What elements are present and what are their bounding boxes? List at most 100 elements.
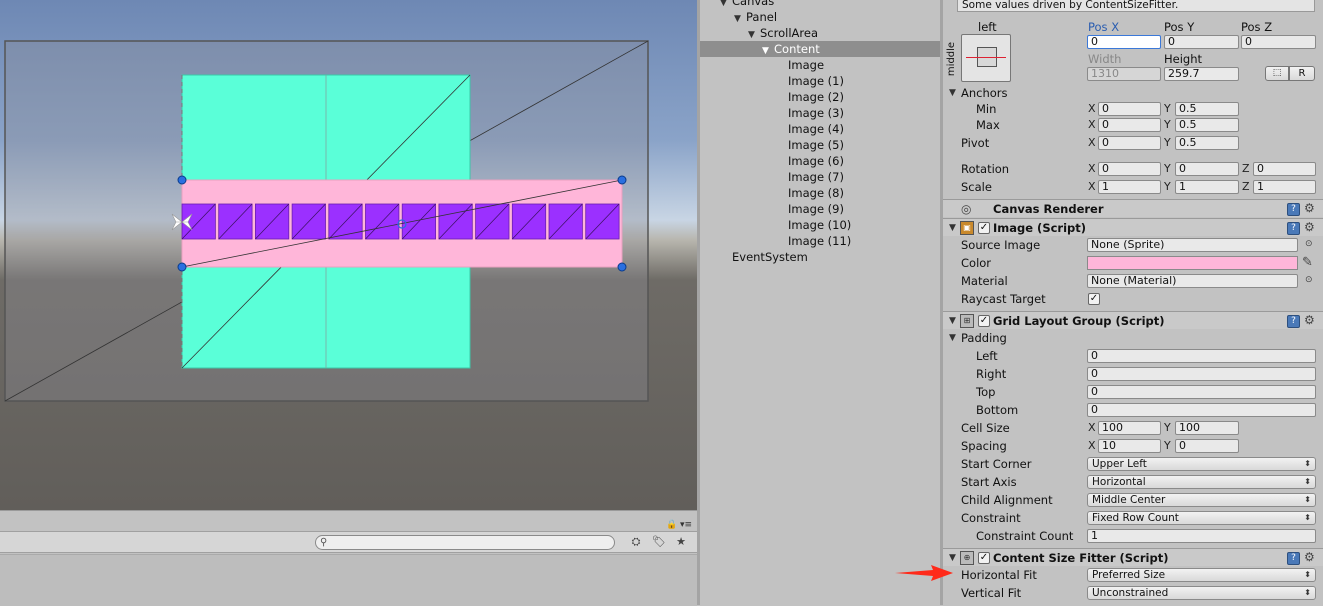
eyedropper-icon[interactable]: ✎ bbox=[1302, 255, 1313, 270]
color-swatch[interactable] bbox=[1087, 256, 1298, 270]
filter-type-icon[interactable]: ⛭ bbox=[627, 535, 645, 550]
padding-foldout-icon[interactable]: ▼ bbox=[949, 331, 956, 345]
hierarchy-item[interactable]: Image (8) bbox=[700, 185, 940, 201]
gear-icon[interactable]: ⚙ bbox=[1304, 314, 1315, 327]
scale-x-field[interactable]: 1 bbox=[1098, 180, 1161, 194]
gear-icon[interactable]: ⚙ bbox=[1304, 221, 1315, 234]
hierarchy-item[interactable]: ▼ Panel bbox=[700, 9, 940, 25]
help-icon[interactable]: ? bbox=[1287, 315, 1300, 328]
max-x-letter: X bbox=[1088, 118, 1096, 131]
rotation-z-field[interactable]: 0 bbox=[1253, 162, 1316, 176]
hierarchy-item[interactable]: Image (10) bbox=[700, 217, 940, 233]
pos-z-field[interactable]: 0 bbox=[1241, 35, 1316, 49]
raycast-target-checkbox[interactable]: ✓ bbox=[1088, 293, 1100, 305]
pivot-y-field[interactable]: 0.5 bbox=[1175, 136, 1239, 150]
hierarchy-item[interactable]: ▼ ScrollArea bbox=[700, 25, 940, 41]
canvas-renderer-header[interactable]: ◎ Canvas Renderer ? ⚙ bbox=[943, 199, 1323, 217]
source-image-field[interactable]: None (Sprite) bbox=[1087, 238, 1298, 252]
help-icon[interactable]: ? bbox=[1287, 552, 1300, 565]
hierarchy-item-label: Image (10) bbox=[788, 218, 852, 232]
scene-canvas[interactable] bbox=[0, 0, 697, 510]
start-axis-dropdown[interactable]: Horizontal ⬍ bbox=[1087, 475, 1316, 489]
blueprint-mode-button[interactable]: ⬚ bbox=[1265, 66, 1289, 81]
horizontal-fit-dropdown[interactable]: Preferred Size ⬍ bbox=[1087, 568, 1316, 582]
scale-z-letter: Z bbox=[1242, 180, 1250, 193]
vertical-fit-value: Unconstrained bbox=[1092, 587, 1169, 599]
padding-right-field[interactable]: 0 bbox=[1087, 367, 1316, 381]
hierarchy-item[interactable]: Image (5) bbox=[700, 137, 940, 153]
anchor-max-y-field[interactable]: 0.5 bbox=[1175, 118, 1239, 132]
rotation-x-field[interactable]: 0 bbox=[1098, 162, 1161, 176]
horizontal-fit-label: Horizontal Fit bbox=[961, 568, 1037, 582]
child-alignment-value: Middle Center bbox=[1092, 494, 1166, 506]
hierarchy-item[interactable]: Image (1) bbox=[700, 73, 940, 89]
hierarchy-item-label: Content bbox=[774, 42, 820, 56]
help-icon[interactable]: ? bbox=[1287, 222, 1300, 235]
constraint-count-field[interactable]: 1 bbox=[1087, 529, 1316, 543]
hierarchy-item[interactable]: ▼ Content bbox=[700, 41, 940, 57]
image-script-header[interactable]: ▼ ▣ ✓ Image (Script) ? ⚙ bbox=[943, 218, 1323, 236]
rotation-y-field[interactable]: 0 bbox=[1175, 162, 1239, 176]
padding-top-field[interactable]: 0 bbox=[1087, 385, 1316, 399]
hierarchy-item[interactable]: EventSystem bbox=[700, 249, 940, 265]
gear-icon[interactable]: ⚙ bbox=[1304, 202, 1315, 215]
hierarchy-item[interactable]: Image (2) bbox=[700, 89, 940, 105]
image-foldout-icon[interactable]: ▼ bbox=[949, 221, 956, 235]
pos-y-field[interactable]: 0 bbox=[1164, 35, 1239, 49]
label-tag-icon[interactable]: 🏷 bbox=[650, 535, 668, 550]
grid-foldout-icon[interactable]: ▼ bbox=[949, 314, 956, 328]
pos-x-field[interactable]: 0 bbox=[1087, 35, 1161, 49]
hierarchy-item[interactable]: Image (4) bbox=[700, 121, 940, 137]
hierarchy-item[interactable]: Image (7) bbox=[700, 169, 940, 185]
vertical-fit-dropdown[interactable]: Unconstrained ⬍ bbox=[1087, 586, 1316, 600]
padding-bottom-field[interactable]: 0 bbox=[1087, 403, 1316, 417]
fitter-enabled-checkbox[interactable]: ✓ bbox=[978, 552, 990, 564]
constraint-count-label: Constraint Count bbox=[976, 529, 1074, 543]
anchor-max-x-field[interactable]: 0 bbox=[1098, 118, 1161, 132]
constraint-dropdown[interactable]: Fixed Row Count ⬍ bbox=[1087, 511, 1316, 525]
object-picker-icon[interactable]: ⊙ bbox=[1305, 239, 1313, 249]
material-field[interactable]: None (Material) bbox=[1087, 274, 1298, 288]
start-corner-dropdown[interactable]: Upper Left ⬍ bbox=[1087, 457, 1316, 471]
fitter-foldout-icon[interactable]: ▼ bbox=[949, 551, 956, 565]
pivot-x-field[interactable]: 0 bbox=[1098, 136, 1161, 150]
hierarchy-item[interactable]: Image (3) bbox=[700, 105, 940, 121]
hierarchy-item[interactable]: Image (9) bbox=[700, 201, 940, 217]
cell-size-x-field[interactable]: 100 bbox=[1098, 421, 1161, 435]
cell-size-y-field[interactable]: 100 bbox=[1175, 421, 1239, 435]
hierarchy-item[interactable]: Image bbox=[700, 57, 940, 73]
project-list[interactable] bbox=[0, 554, 697, 606]
grid-layout-header[interactable]: ▼ ⊞ ✓ Grid Layout Group (Script) ? ⚙ bbox=[943, 311, 1323, 329]
scale-z-field[interactable]: 1 bbox=[1253, 180, 1316, 194]
grid-enabled-checkbox[interactable]: ✓ bbox=[978, 315, 990, 327]
image-enabled-checkbox[interactable]: ✓ bbox=[978, 222, 990, 234]
start-corner-label: Start Corner bbox=[961, 457, 1032, 471]
favorite-star-icon[interactable]: ★ bbox=[672, 535, 690, 550]
hierarchy-item-label: Image (4) bbox=[788, 122, 844, 136]
pos-z-label: Pos Z bbox=[1241, 20, 1273, 34]
spacing-y-field[interactable]: 0 bbox=[1175, 439, 1239, 453]
hierarchy-item[interactable]: Image (6) bbox=[700, 153, 940, 169]
hierarchy-item[interactable]: ▼ Canvas bbox=[700, 0, 940, 9]
object-picker-icon[interactable]: ⊙ bbox=[1305, 275, 1313, 285]
padding-left-field[interactable]: 0 bbox=[1087, 349, 1316, 363]
lock-icon[interactable]: 🔒 bbox=[666, 520, 677, 530]
gear-icon[interactable]: ⚙ bbox=[1304, 551, 1315, 564]
scale-y-field[interactable]: 1 bbox=[1175, 180, 1239, 194]
cell-size-label: Cell Size bbox=[961, 421, 1010, 435]
anchors-foldout-icon[interactable]: ▼ bbox=[949, 86, 956, 100]
anchor-preset-button[interactable] bbox=[961, 34, 1011, 82]
anchor-min-y-field[interactable]: 0.5 bbox=[1175, 102, 1239, 116]
search-input[interactable]: ⚲ bbox=[315, 535, 615, 550]
hierarchy-item[interactable]: Image (11) bbox=[700, 233, 940, 249]
scene-view[interactable] bbox=[0, 0, 697, 510]
height-field[interactable]: 259.7 bbox=[1164, 67, 1239, 81]
content-size-fitter-header[interactable]: ▼ ⊕ ✓ Content Size Fitter (Script) ? ⚙ bbox=[943, 548, 1323, 566]
panel-menu-icon[interactable]: ▾≡ bbox=[680, 520, 692, 530]
spacing-x-field[interactable]: 10 bbox=[1098, 439, 1161, 453]
child-alignment-dropdown[interactable]: Middle Center ⬍ bbox=[1087, 493, 1316, 507]
anchor-min-x-field[interactable]: 0 bbox=[1098, 102, 1161, 116]
search-icon: ⚲ bbox=[320, 537, 328, 548]
help-icon[interactable]: ? bbox=[1287, 203, 1300, 216]
raw-edit-button[interactable]: R bbox=[1289, 66, 1315, 81]
